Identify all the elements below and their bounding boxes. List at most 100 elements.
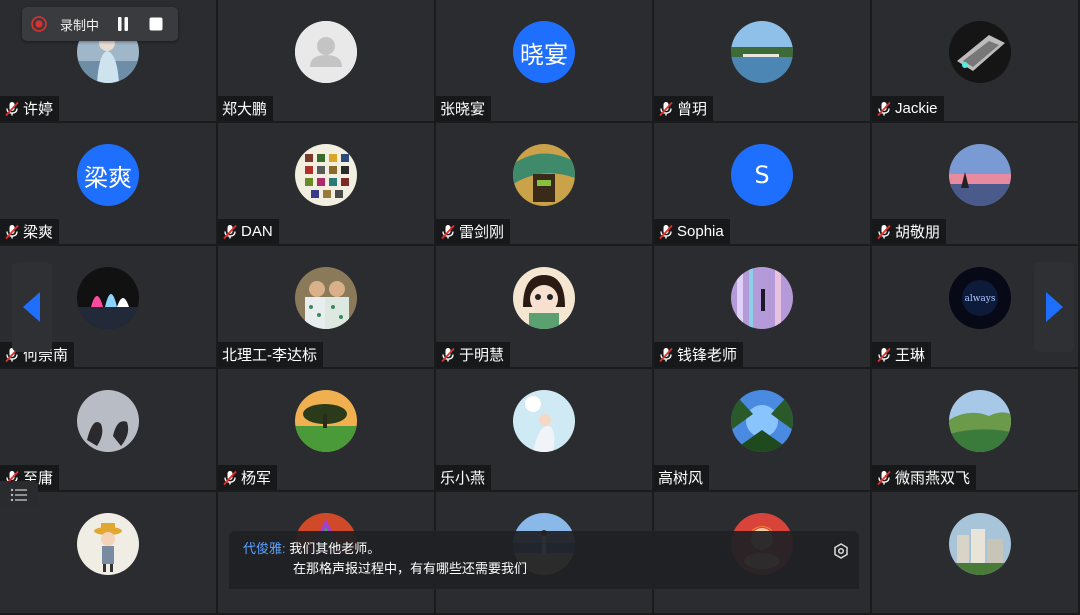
avatar-tree-sunset-photo	[295, 390, 357, 452]
muted-mic-icon	[876, 224, 892, 240]
live-caption-panel: 代俊雅: 我们其他老师。 在那格声报过程中，有有哪些还需要我们	[229, 531, 859, 589]
participant-tile[interactable]: 杨军	[218, 369, 436, 492]
participant-name-tag: Jackie	[872, 96, 944, 121]
participant-name: 乐小燕	[440, 470, 486, 487]
previous-page-button[interactable]	[12, 262, 52, 352]
stop-recording-icon[interactable]	[148, 16, 164, 32]
participant-name-tag: 乐小燕	[436, 465, 492, 490]
avatar-initials: 梁爽	[77, 144, 139, 206]
participant-name: 雷剑刚	[459, 224, 505, 241]
avatar-dark-always-photo: always	[949, 267, 1011, 329]
muted-mic-icon	[4, 224, 20, 240]
avatar-valley-photo	[949, 390, 1011, 452]
participant-name: Sophia	[677, 223, 724, 240]
pause-recording-icon[interactable]	[115, 16, 131, 32]
avatar-lake-bridge-photo	[731, 21, 793, 83]
muted-mic-icon	[658, 101, 674, 117]
participant-tile[interactable]: 乐小燕	[436, 369, 654, 492]
recording-status-label: 录制中	[60, 17, 100, 33]
participant-name-tag: 微雨燕双飞	[872, 465, 977, 490]
caption-speaker: 代俊雅:	[243, 541, 286, 556]
list-icon	[10, 488, 27, 502]
avatar-initials: 晓宴	[513, 21, 575, 83]
muted-mic-icon	[876, 101, 892, 117]
muted-mic-icon	[876, 347, 892, 363]
participant-list-button[interactable]	[0, 481, 38, 509]
participant-name: 北理工-李达标	[222, 347, 317, 364]
muted-mic-icon	[876, 470, 892, 486]
participant-name: Jackie	[895, 100, 938, 117]
participant-name-tag: 梁爽	[0, 219, 60, 244]
avatar-light-room-photo	[731, 267, 793, 329]
participant-tile[interactable]: S Sophia	[654, 123, 872, 246]
avatar-cartoon-girl-photo	[513, 267, 575, 329]
participant-name-tag: 高树风	[654, 465, 710, 490]
participant-tile[interactable]: 高树风	[654, 369, 872, 492]
caption-line-1: 我们其他老师。	[289, 541, 381, 556]
participant-name-tag: 钱锋老师	[654, 342, 744, 367]
default-person-icon	[295, 21, 357, 83]
participant-tile[interactable]: 至庸	[0, 369, 218, 492]
participant-grid: 许婷 郑大鹏 晓宴 张晓宴 曾玥 Jackie 梁爽 梁爽 DAN 雷剑刚 S Sophia 胡敬朋 何崇…	[0, 0, 1080, 615]
muted-mic-icon	[222, 470, 238, 486]
participant-name: 钱锋老师	[677, 347, 738, 364]
participant-name: 高树风	[658, 470, 704, 487]
participant-tile[interactable]: 钱锋老师	[654, 246, 872, 369]
participant-name: 郑大鹏	[222, 101, 268, 118]
participant-name: 于明慧	[459, 347, 505, 364]
participant-tile[interactable]: Jackie	[872, 0, 1080, 123]
avatar-green-art-photo	[513, 144, 575, 206]
avatar-night-fountain-photo	[77, 267, 139, 329]
participant-name: 许婷	[23, 101, 54, 118]
participant-name: 曾玥	[677, 101, 708, 118]
participant-name-tag: 北理工-李达标	[218, 342, 323, 367]
participant-name-tag: Sophia	[654, 219, 730, 244]
next-page-button[interactable]	[1034, 262, 1074, 352]
avatar-hands-shadow-photo	[77, 390, 139, 452]
participant-name-tag: 雷剑刚	[436, 219, 511, 244]
caption-settings-icon[interactable]	[833, 543, 849, 559]
arrow-right-icon	[1046, 292, 1063, 322]
muted-mic-icon	[4, 101, 20, 117]
avatar-anime-sky-photo	[513, 390, 575, 452]
participant-name: 张晓宴	[440, 101, 486, 118]
muted-mic-icon	[658, 347, 674, 363]
participant-tile[interactable]: 北理工-李达标	[218, 246, 436, 369]
participant-tile[interactable]: 晓宴张晓宴	[436, 0, 654, 123]
participant-name-tag: 张晓宴	[436, 96, 492, 121]
muted-mic-icon	[440, 224, 456, 240]
avatar-city-buildings-photo	[949, 513, 1011, 575]
participant-name: 胡敬朋	[895, 224, 941, 241]
participant-tile[interactable]: 郑大鹏	[218, 0, 436, 123]
avatar-two-people-photo	[295, 267, 357, 329]
avatar-initials: S	[731, 144, 793, 206]
participant-tile[interactable]: 微雨燕双飞	[872, 369, 1080, 492]
avatar-trees-sky-photo	[731, 390, 793, 452]
participant-name-tag: 胡敬朋	[872, 219, 947, 244]
participant-name-tag: 于明慧	[436, 342, 511, 367]
participant-tile[interactable]: 曾玥	[654, 0, 872, 123]
avatar-sunset-sky-photo	[949, 144, 1011, 206]
arrow-left-icon	[23, 292, 40, 322]
participant-name-tag: DAN	[218, 219, 279, 244]
participant-tile[interactable]: DAN	[218, 123, 436, 246]
caption-line-2: 在那格声报过程中，有有哪些还需要我们	[293, 561, 528, 576]
participant-tile[interactable]: 雷剑刚	[436, 123, 654, 246]
recording-dot-icon	[31, 16, 47, 32]
participant-tile[interactable]	[0, 492, 218, 615]
participant-name: 杨军	[241, 470, 272, 487]
participant-name: 梁爽	[23, 224, 54, 241]
participant-tile[interactable]: 胡敬朋	[872, 123, 1080, 246]
avatar-photo-collage	[295, 144, 357, 206]
svg-text:always: always	[964, 294, 995, 304]
participant-tile[interactable]	[872, 492, 1080, 615]
participant-name-tag: 许婷	[0, 96, 60, 121]
participant-name-tag: 曾玥	[654, 96, 714, 121]
participant-tile[interactable]: 梁爽 梁爽	[0, 123, 218, 246]
participant-tile[interactable]: 于明慧	[436, 246, 654, 369]
participant-name-tag: 王琳	[872, 342, 932, 367]
muted-mic-icon	[658, 224, 674, 240]
avatar-cartoon-hat-photo	[77, 513, 139, 575]
avatar-spaceship-photo	[949, 21, 1011, 83]
recording-bar: 录制中	[22, 7, 178, 41]
